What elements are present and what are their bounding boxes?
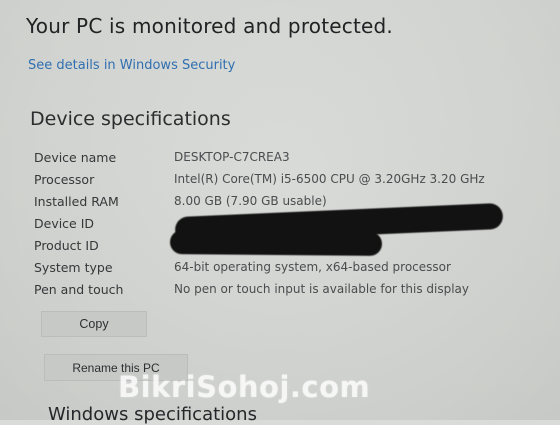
processor-value: Intel(R) Core(TM) i5-6500 CPU @ 3.20GHz … (174, 172, 485, 186)
device-specifications-title: Device specifications (30, 108, 231, 130)
installed-ram-value: 8.00 GB (7.90 GB usable) (174, 194, 327, 208)
copy-button[interactable]: Copy (41, 311, 147, 337)
device-name-value: DESKTOP-C7CREA3 (174, 150, 290, 164)
system-type-value: 64-bit operating system, x64-based proce… (174, 260, 451, 274)
spec-row-processor: Processor Intel(R) Core(TM) i5-6500 CPU … (34, 170, 554, 192)
windows-security-link[interactable]: See details in Windows Security (28, 58, 235, 73)
windows-specifications-title: Windows specifications (48, 404, 257, 425)
installed-ram-label: Installed RAM (34, 194, 119, 209)
product-id-redaction-mark (169, 230, 383, 256)
spec-row-pen-and-touch: Pen and touch No pen or touch input is a… (34, 280, 554, 302)
protection-status-title: Your PC is monitored and protected. (26, 14, 393, 38)
device-id-label: Device ID (34, 216, 95, 231)
processor-label: Processor (34, 172, 95, 187)
system-type-label: System type (34, 260, 113, 275)
product-id-label: Product ID (34, 238, 99, 253)
spec-row-device-name: Device name DESKTOP-C7CREA3 (34, 148, 554, 170)
device-name-label: Device name (34, 150, 117, 165)
rename-this-pc-button[interactable]: Rename this PC (44, 354, 188, 381)
spec-row-system-type: System type 64-bit operating system, x64… (34, 258, 554, 280)
pen-and-touch-value: No pen or touch input is available for t… (174, 282, 470, 296)
pen-and-touch-label: Pen and touch (34, 282, 124, 297)
